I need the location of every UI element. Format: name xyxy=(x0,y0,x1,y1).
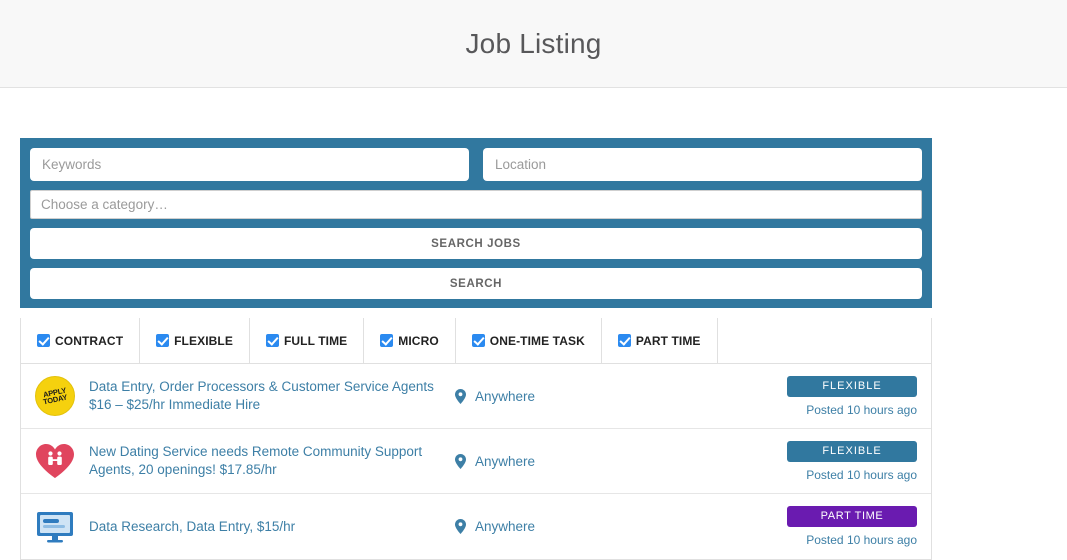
job-location-text: Anywhere xyxy=(475,453,536,469)
filter-full-time[interactable]: FULL TIME xyxy=(250,318,365,363)
job-title-link[interactable]: Data Entry, Order Processors & Customer … xyxy=(89,378,441,396)
heart-couple-icon xyxy=(36,444,74,478)
job-posted-date: Posted 10 hours ago xyxy=(806,402,917,417)
keywords-input[interactable] xyxy=(30,148,469,181)
filter-contract[interactable]: CONTRACT xyxy=(21,318,141,363)
apply-today-sticker-icon: APPLY TODAY xyxy=(35,376,75,416)
job-location-text: Anywhere xyxy=(475,519,536,534)
filter-one-time-task[interactable]: ONE-TIME TASK xyxy=(456,318,602,363)
checkbox-checked-icon[interactable] xyxy=(380,334,394,347)
job-meta-cell: PART TIME Posted 10 hours ago xyxy=(671,506,917,547)
filter-part-time[interactable]: PART TIME xyxy=(602,318,718,363)
map-pin-icon xyxy=(455,453,466,469)
job-search-panel: Choose a category… SEARCH JOBS SEARCH xyxy=(20,138,932,308)
map-pin-icon xyxy=(455,388,466,404)
category-select[interactable]: Choose a category… xyxy=(30,190,922,219)
job-posted-date: Posted 10 hours ago xyxy=(806,467,917,482)
table-row[interactable]: APPLY TODAY Data Entry, Order Processors… xyxy=(21,364,931,429)
job-location-cell: Anywhere xyxy=(441,453,671,469)
page-title: Job Listing xyxy=(465,27,602,59)
filter-label: FULL TIME xyxy=(283,333,348,348)
table-row[interactable]: New Dating Service needs Remote Communit… xyxy=(21,429,931,494)
job-title-cell: New Dating Service needs Remote Communit… xyxy=(89,443,441,479)
job-meta-cell: FLEXIBLE Posted 10 hours ago xyxy=(671,375,917,417)
job-meta-cell: FLEXIBLE Posted 10 hours ago xyxy=(671,440,917,482)
filter-bar-spacer xyxy=(718,318,931,363)
checkbox-checked-icon[interactable] xyxy=(156,334,170,347)
status-badge: FLEXIBLE xyxy=(787,440,917,462)
filter-micro[interactable]: MICRO xyxy=(364,318,456,363)
job-posted-date: Posted 10 hours ago xyxy=(806,533,917,547)
checkbox-checked-icon[interactable] xyxy=(471,334,485,347)
search-button[interactable]: SEARCH xyxy=(30,268,922,299)
checkbox-checked-icon[interactable] xyxy=(265,334,279,347)
job-listings: APPLY TODAY Data Entry, Order Processors… xyxy=(20,364,932,560)
job-title-link[interactable]: Data Research, Data Entry, $15/hr xyxy=(89,518,441,536)
monitor-icon xyxy=(37,511,73,542)
filter-label: FLEXIBLE xyxy=(174,333,233,348)
filter-label: CONTRACT xyxy=(55,333,124,348)
job-title-link[interactable]: New Dating Service needs Remote Communit… xyxy=(89,443,441,461)
job-title-cell: Data Research, Data Entry, $15/hr xyxy=(89,518,441,536)
filter-flexible[interactable]: FLEXIBLE xyxy=(140,318,250,363)
checkbox-checked-icon[interactable] xyxy=(617,334,631,347)
job-location-cell: Anywhere xyxy=(441,519,671,534)
company-logo: APPLY TODAY xyxy=(33,374,77,418)
company-logo xyxy=(33,439,77,483)
table-row[interactable]: Data Research, Data Entry, $15/hr Anywhe… xyxy=(21,494,931,559)
company-logo xyxy=(33,505,77,549)
page-header: Job Listing xyxy=(0,0,1067,88)
job-type-filter-bar: CONTRACT FLEXIBLE FULL TIME MICRO ONE-TI… xyxy=(20,318,932,364)
filter-label: ONE-TIME TASK xyxy=(489,333,585,348)
filter-label: PART TIME xyxy=(635,333,701,348)
job-subtitle-link[interactable]: $16 – $25/hr Immediate Hire xyxy=(89,396,441,414)
search-jobs-button[interactable]: SEARCH JOBS xyxy=(30,228,922,259)
location-input[interactable] xyxy=(483,148,922,181)
filter-label: MICRO xyxy=(398,333,439,348)
status-badge: FLEXIBLE xyxy=(787,375,917,397)
checkbox-checked-icon[interactable] xyxy=(37,334,50,347)
search-fields-row xyxy=(30,148,922,181)
job-location-text: Anywhere xyxy=(475,388,536,404)
map-pin-icon xyxy=(455,519,466,534)
job-title-cell: Data Entry, Order Processors & Customer … xyxy=(89,378,441,414)
status-badge: PART TIME xyxy=(787,506,917,527)
job-subtitle-link[interactable]: Agents, 20 openings! $17.85/hr xyxy=(89,461,441,479)
job-location-cell: Anywhere xyxy=(441,388,671,404)
